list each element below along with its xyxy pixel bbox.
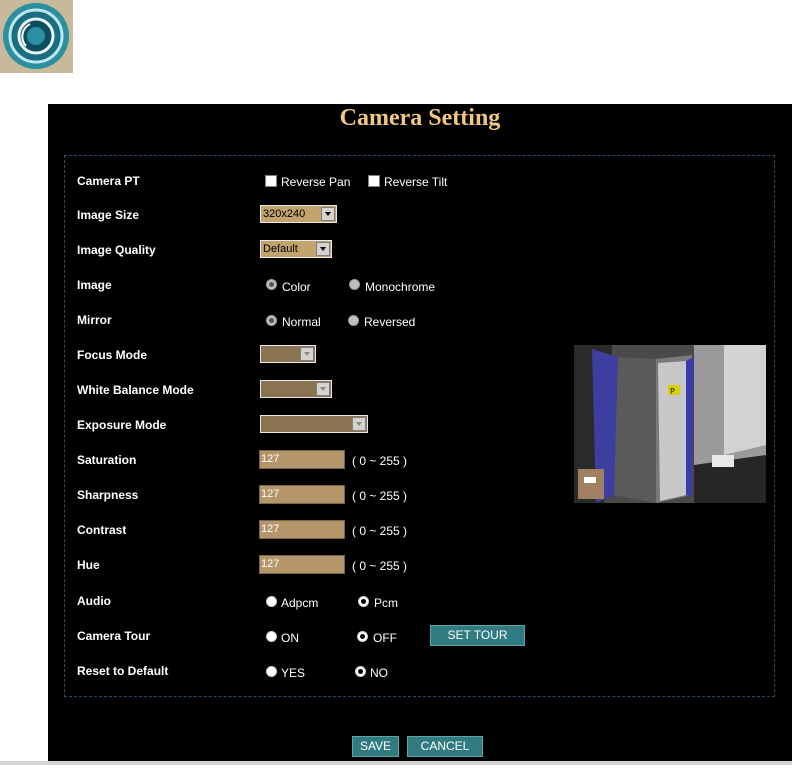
chevron-down-icon[interactable]	[321, 207, 335, 221]
white-balance-mode-select[interactable]	[260, 380, 332, 398]
camera-setting-panel: Camera Setting Camera PT Reverse Pan Rev…	[48, 104, 792, 761]
focus-mode-select[interactable]	[260, 345, 316, 363]
white-balance-mode-label: White Balance Mode	[77, 383, 194, 397]
reset-no-label: NO	[370, 666, 388, 680]
camera-tour-label: Camera Tour	[77, 629, 151, 643]
audio-pcm-radio[interactable]	[358, 596, 369, 607]
camera-preview-image: P	[574, 345, 766, 503]
camera-lens-icon	[3, 3, 69, 69]
audio-adpcm-label: Adpcm	[281, 596, 319, 610]
bottom-divider	[0, 761, 792, 765]
image-quality-label: Image Quality	[77, 243, 156, 257]
reset-no-radio[interactable]	[355, 666, 366, 677]
image-monochrome-radio[interactable]	[349, 279, 360, 290]
mirror-reversed-radio[interactable]	[348, 315, 359, 326]
image-color-radio[interactable]	[266, 279, 277, 290]
reverse-tilt-label: Reverse Tilt	[384, 175, 448, 189]
reset-yes-label: YES	[281, 666, 306, 680]
exposure-mode-select[interactable]	[260, 415, 368, 433]
exposure-mode-label: Exposure Mode	[77, 418, 167, 432]
image-label: Image	[77, 278, 112, 292]
hue-input[interactable]: 127	[259, 555, 345, 574]
image-quality-select[interactable]: Default	[260, 240, 332, 258]
image-monochrome-label: Monochrome	[365, 280, 436, 294]
contrast-label: Contrast	[77, 523, 127, 537]
save-button[interactable]: SAVE	[352, 736, 399, 757]
reverse-tilt-checkbox[interactable]	[368, 175, 380, 187]
app-logo	[0, 0, 73, 73]
image-quality-value: Default	[263, 243, 298, 255]
saturation-input[interactable]: 127	[259, 450, 345, 469]
reverse-pan-label: Reverse Pan	[281, 175, 351, 189]
hue-label: Hue	[77, 558, 100, 572]
audio-pcm-label: Pcm	[374, 596, 398, 610]
image-size-label: Image Size	[77, 208, 140, 222]
chevron-down-icon[interactable]	[300, 347, 314, 361]
image-size-value: 320x240	[263, 208, 306, 220]
audio-label: Audio	[77, 594, 111, 608]
mirror-reversed-label: Reversed	[364, 315, 416, 329]
chevron-down-icon[interactable]	[316, 382, 330, 396]
mirror-label: Mirror	[77, 313, 112, 327]
saturation-range: ( 0 ~ 255 )	[352, 454, 408, 468]
chevron-down-icon[interactable]	[352, 417, 366, 431]
cancel-button[interactable]: CANCEL	[407, 736, 483, 757]
camera-pt-label: Camera PT	[77, 174, 140, 188]
hue-range: ( 0 ~ 255 )	[352, 559, 408, 573]
reverse-pan-checkbox[interactable]	[265, 175, 277, 187]
preview-sign-text: P	[670, 387, 675, 396]
page-title: Camera Setting	[339, 105, 501, 131]
image-size-select[interactable]: 320x240	[260, 205, 337, 223]
mirror-normal-label: Normal	[282, 315, 321, 329]
mirror-normal-radio[interactable]	[266, 315, 277, 326]
set-tour-button[interactable]: SET TOUR	[430, 625, 525, 646]
chevron-down-icon[interactable]	[316, 242, 330, 256]
image-color-label: Color	[282, 280, 311, 294]
saturation-label: Saturation	[77, 453, 137, 467]
contrast-input[interactable]: 127	[259, 520, 345, 539]
camera-tour-on-radio[interactable]	[266, 631, 277, 642]
reset-yes-radio[interactable]	[266, 666, 277, 677]
contrast-range: ( 0 ~ 255 )	[352, 524, 408, 538]
reset-default-label: Reset to Default	[77, 664, 169, 678]
focus-mode-label: Focus Mode	[77, 348, 148, 362]
camera-tour-off-label: OFF	[373, 631, 397, 645]
sharpness-input[interactable]: 127	[259, 485, 345, 504]
sharpness-label: Sharpness	[77, 488, 139, 502]
camera-tour-off-radio[interactable]	[357, 631, 368, 642]
camera-tour-on-label: ON	[281, 631, 299, 645]
audio-adpcm-radio[interactable]	[266, 596, 277, 607]
camera-preview-scene: P	[574, 345, 766, 503]
sharpness-range: ( 0 ~ 255 )	[352, 489, 408, 503]
